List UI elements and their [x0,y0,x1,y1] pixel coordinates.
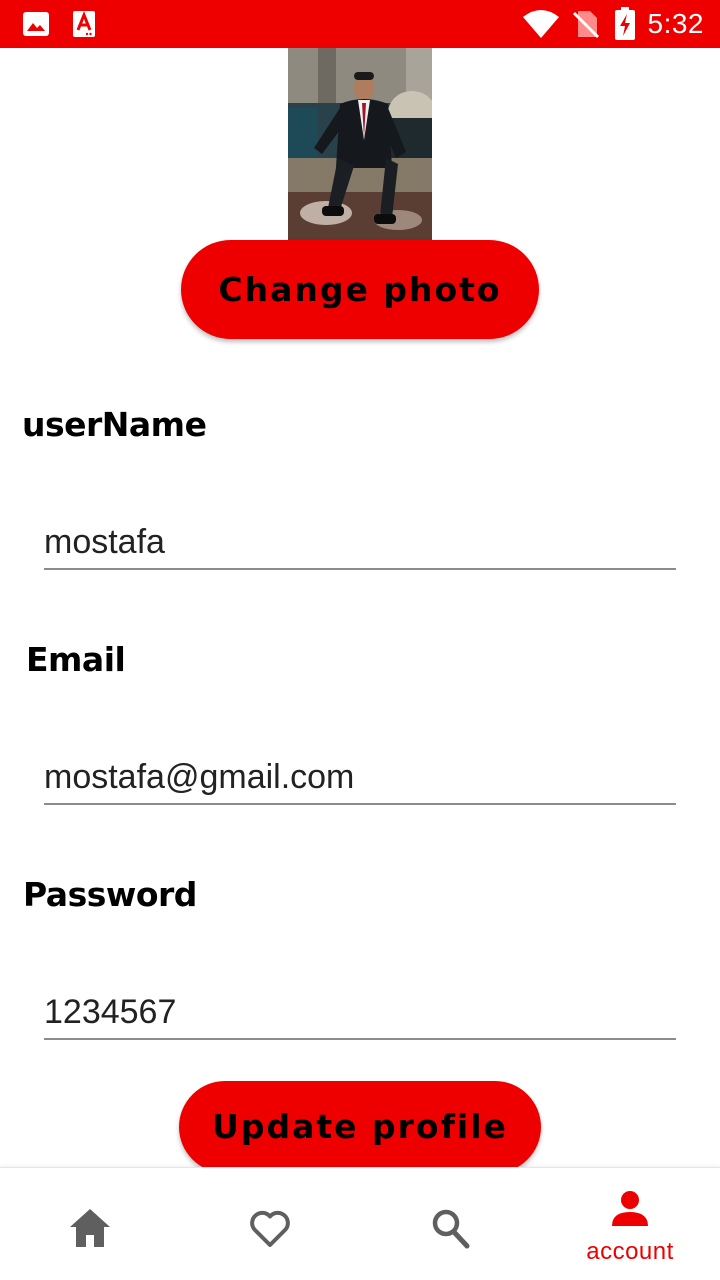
wifi-icon [522,9,560,44]
no-sim-icon [572,9,600,44]
password-label: Password [23,875,197,914]
email-input[interactable] [44,755,676,805]
email-label: Email [26,640,126,679]
search-icon [431,1208,471,1255]
person-icon [612,1190,648,1231]
home-icon [69,1208,111,1253]
nav-item-search[interactable] [360,1168,540,1280]
nav-item-account[interactable]: account [540,1168,720,1280]
profile-photo [288,48,432,240]
pdf-app-icon [72,10,96,43]
update-profile-button[interactable]: Update profile [179,1081,541,1173]
nav-item-favorites[interactable] [180,1168,360,1280]
change-photo-button[interactable]: Change photo [181,240,539,339]
nav-label-account: account [586,1238,674,1265]
bottom-navigation: account [0,1167,720,1280]
battery-charging-icon [614,7,636,46]
heart-outline-icon [249,1209,291,1254]
gallery-icon [22,10,50,43]
status-bar: 5:32 [0,0,720,48]
username-label: userName [22,405,207,444]
password-input[interactable] [44,990,676,1040]
nav-item-home[interactable] [0,1168,180,1280]
status-time: 5:32 [647,8,704,39]
username-input[interactable] [44,520,676,570]
